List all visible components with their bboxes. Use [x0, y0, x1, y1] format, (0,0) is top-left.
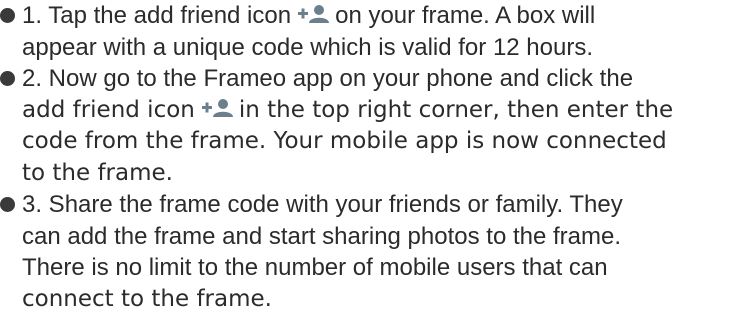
add-friend-icon [297, 4, 331, 24]
step-1-line-2: appear with a unique code which is valid… [22, 33, 594, 61]
step-3-line-2: can add the frame and start sharing phot… [22, 222, 622, 250]
step-2-line-2: add friend icon in the top right corner, … [22, 96, 674, 123]
instructions-list: 1. Tap the add friend icon on your frame.… [0, 0, 755, 315]
bullet-icon [0, 71, 15, 86]
step-2-line-1: 2. Now go to the Frameo app on your phon… [22, 65, 634, 92]
step-2-line-4: to the frame. [22, 159, 173, 186]
add-friend-icon [201, 98, 235, 118]
step-3-line-1: 3. Share the frame code with your friend… [22, 191, 623, 218]
step-3: 3. Share the frame code with your friend… [0, 189, 755, 315]
step-1-line-1: 1. Tap the add friend icon on your frame.… [22, 2, 596, 29]
step-2-line-3: code from the frame. Your mobile app is … [22, 128, 667, 154]
bullet-icon [0, 8, 15, 23]
step-3-line-4: connect to the frame. [22, 285, 272, 312]
step-3-line-3: There is no limit to the number of mobil… [22, 254, 608, 281]
step-1: 1. Tap the add friend icon on your frame.… [0, 0, 755, 63]
step-2: 2. Now go to the Frameo app on your phon… [0, 63, 755, 189]
bullet-icon [0, 197, 15, 212]
